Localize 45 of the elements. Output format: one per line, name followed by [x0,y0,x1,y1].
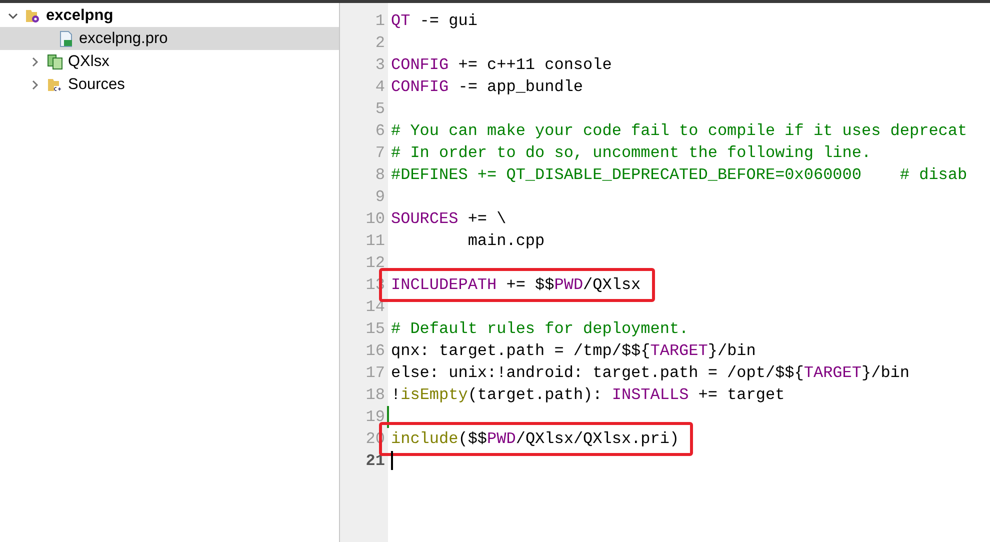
code-line: CONFIG += c++11 console [391,55,612,76]
code-line: #DEFINES += QT_DISABLE_DEPRECATED_BEFORE=0x060000 # disab [391,165,968,186]
tree-item[interactable]: QXlsx [0,50,339,73]
line-number: 12 [364,253,385,274]
line-number: 5 [374,99,385,120]
line-number: 17 [364,363,385,384]
code-line: INCLUDEPATH += $$PWD/QXlsx [391,274,641,296]
code-line: # Default rules for deployment. [391,319,689,340]
line-number: 18 [364,385,385,406]
tree-item[interactable]: excelpng.pro [0,27,339,50]
line-number: 8 [374,165,385,186]
tree-item-label: excelpng.pro [79,28,168,49]
line-number: 9 [374,187,385,208]
line-number: 4 [374,77,385,98]
tree-item-label: Sources [68,74,125,95]
line-number: 2 [374,33,385,54]
tree-item-label: excelpng [46,6,114,26]
code-line: include($$PWD/QXlsx/QXlsx.pri) [391,428,680,450]
code-line: # In order to do so, uncomment the following line. [391,143,872,164]
line-number: 21 [364,451,385,472]
line-number: 11 [364,231,385,252]
file-icon [58,30,74,46]
line-number: 16 [364,341,385,362]
code-line: QT -= gui [391,11,478,32]
folder-icon [47,76,63,92]
project-folder-icon [25,8,41,24]
line-number: 7 [374,143,385,164]
code-line: qnx: target.path = /tmp/$${TARGET}/bin [391,341,756,362]
code-line: CONFIG -= app_bundle [391,77,584,98]
line-number: 6 [374,121,385,142]
line-number: 19 [364,407,385,428]
line-number: 15 [364,319,385,340]
subproject-icon [47,54,63,70]
tree-item[interactable]: Sources [0,73,339,96]
tree-item-label: QXlsx [68,52,110,72]
code-line: !isEmpty(target.path): INSTALLS += target [391,385,785,406]
line-number: 1 [374,11,385,32]
line-number: 3 [374,55,385,76]
line-number: 14 [364,297,385,318]
code-line: else: unix:!android: target.path = /opt/$${TARGET}/bin [391,363,910,384]
code-line: SOURCES += \ [391,209,506,230]
code-line: # You can make your code fail to compile if it uses deprecat [391,121,968,142]
line-number: 10 [364,209,385,230]
tree-item[interactable]: excelpng [0,4,339,27]
code-line: main.cpp [466,231,545,252]
